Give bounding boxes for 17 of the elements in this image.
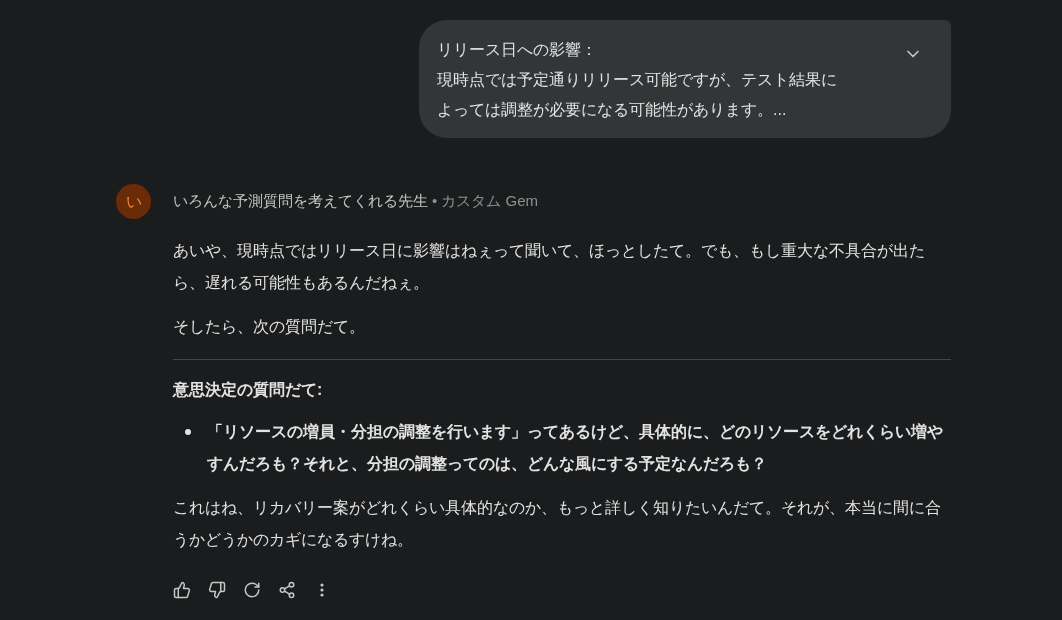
author-label: • カスタム Gem — [432, 191, 539, 212]
message-line: よっては調整が必要になる可能性があります。... — [437, 100, 788, 120]
thumbs-down-icon — [208, 581, 226, 599]
response-paragraph: そしたら、次の質問だて。 — [173, 317, 366, 337]
response-paragraph: これはね、リカバリー案がどれくらい具体的なのか、もっと詳しく知りたいんだて。それが、本当に間に合うかどうかのカギになるすけね。 — [173, 498, 942, 550]
author-name: いろんな予測質問を考えてくれる先生 — [173, 191, 428, 212]
bullet-icon — [185, 429, 191, 435]
share-icon — [278, 581, 296, 599]
more-icon — [320, 583, 324, 597]
refresh-icon — [243, 581, 261, 599]
bullet-text: 「リソースの増員・分担の調整を行います」ってあるけど、具体的に、どのリソースをどれくらい増やすんだろも？それと、分担の調整ってのは、どんな風にする予定なんだろも？ — [207, 422, 944, 475]
message-line: 現時点では予定通りリリース可能ですが、テスト結果に — [437, 70, 838, 90]
thumbs-up-icon — [173, 581, 191, 599]
avatar: い — [116, 184, 151, 219]
response-paragraph: あいや、現時点ではリリース日に影響はねぇって聞いて、ほっとしたて。でも、もし重大な不具合が出たら、遅れる可能性もあるんだねぇ。 — [173, 241, 926, 293]
section-heading: 意思決定の質問だて: — [173, 380, 324, 400]
message-line: リリース日への影響： — [437, 40, 598, 60]
